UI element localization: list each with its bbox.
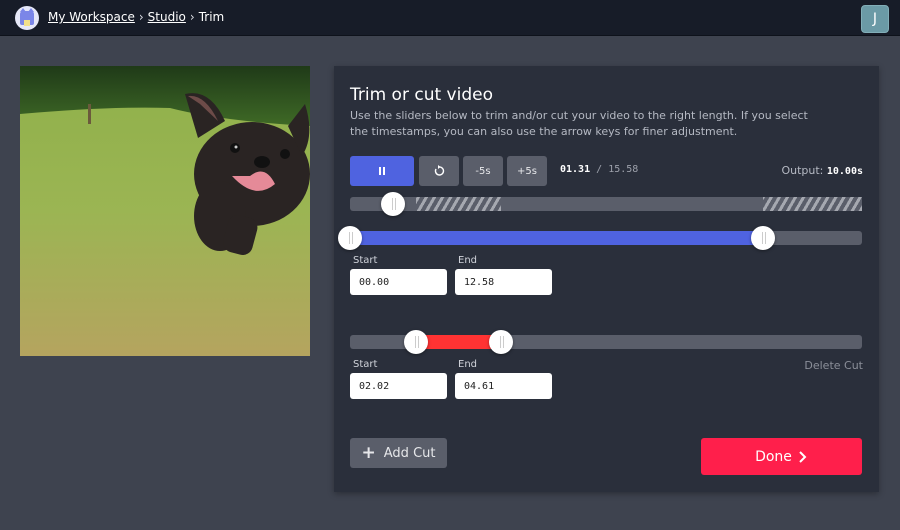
cut-end-handle[interactable] bbox=[489, 330, 514, 354]
cut-end-input[interactable] bbox=[455, 373, 552, 399]
playhead-handle[interactable] bbox=[381, 192, 406, 216]
trim-slider[interactable] bbox=[338, 226, 862, 250]
trim-panel: Trim or cut video Use the sliders below … bbox=[334, 66, 879, 492]
breadcrumb-separator: › bbox=[189, 10, 195, 24]
plus-icon: + bbox=[361, 443, 376, 463]
video-preview[interactable] bbox=[20, 66, 310, 356]
breadcrumb: My Workspace › Studio › Trim bbox=[48, 10, 224, 24]
forward-5s-button[interactable]: +5s bbox=[507, 156, 547, 186]
back-5s-button[interactable]: -5s bbox=[463, 156, 503, 186]
removed-cut-region bbox=[416, 197, 502, 211]
chevron-right-icon bbox=[799, 450, 807, 463]
add-cut-button[interactable]: + Add Cut bbox=[350, 438, 447, 468]
cut-start-input[interactable] bbox=[350, 373, 447, 399]
total-time: 15.58 bbox=[608, 164, 639, 175]
output-duration: Output: 10.00s bbox=[781, 164, 863, 177]
trim-end-handle[interactable] bbox=[751, 226, 776, 250]
output-value: 10.00s bbox=[826, 166, 863, 177]
breadcrumb-separator: › bbox=[138, 10, 144, 24]
done-button[interactable]: Done bbox=[701, 438, 862, 475]
trim-end-input[interactable] bbox=[455, 269, 552, 295]
cut-start-label: Start bbox=[353, 359, 378, 370]
cut-end-label: End bbox=[458, 359, 478, 370]
removed-trim-region bbox=[763, 197, 862, 211]
restart-button[interactable] bbox=[419, 156, 459, 186]
panel-description: Use the sliders below to trim and/or cut… bbox=[350, 109, 808, 138]
add-cut-label: Add Cut bbox=[383, 445, 436, 461]
user-avatar[interactable]: J bbox=[861, 5, 889, 33]
top-bar: My Workspace › Studio › Trim J bbox=[0, 0, 900, 36]
cut-start-handle[interactable] bbox=[404, 330, 429, 354]
trim-start-label: Start bbox=[353, 255, 378, 266]
breadcrumb-current: Trim bbox=[198, 10, 225, 24]
pause-icon bbox=[379, 167, 385, 175]
cut-slider[interactable] bbox=[350, 330, 862, 354]
current-time: 01.31 bbox=[560, 164, 591, 175]
done-label: Done bbox=[755, 448, 792, 465]
timeline-track[interactable] bbox=[350, 192, 862, 216]
breadcrumb-studio[interactable]: Studio bbox=[148, 10, 186, 24]
trim-start-input[interactable] bbox=[350, 269, 447, 295]
trim-start-handle[interactable] bbox=[338, 226, 362, 250]
trim-end-label: End bbox=[458, 255, 478, 266]
pause-button[interactable] bbox=[350, 156, 414, 186]
delete-cut-button[interactable]: Delete Cut bbox=[804, 359, 863, 372]
restart-icon bbox=[434, 165, 445, 176]
breadcrumb-workspace[interactable]: My Workspace bbox=[48, 10, 135, 24]
workspace-logo-icon[interactable] bbox=[15, 6, 39, 30]
panel-title: Trim or cut video bbox=[350, 85, 493, 105]
time-readout: 01.31 / 15.58 bbox=[560, 164, 639, 175]
trim-range-fill bbox=[350, 231, 764, 245]
video-frame bbox=[20, 66, 310, 356]
